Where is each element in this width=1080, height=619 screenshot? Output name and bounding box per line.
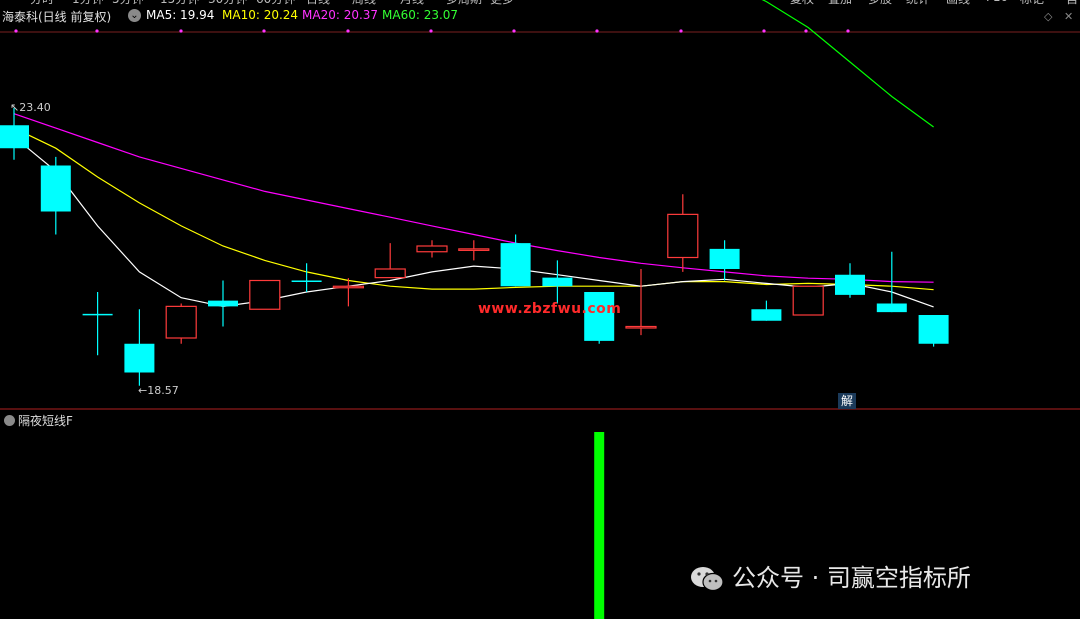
candle-body-22 (918, 315, 949, 344)
candle-body-16 (667, 213, 699, 259)
chevron-down-icon[interactable] (4, 415, 15, 426)
marker-dot-6 (512, 29, 516, 33)
marker-dot-8 (679, 29, 683, 33)
marker-dot-3 (262, 29, 266, 33)
candle-body-13 (542, 277, 573, 287)
marker-dot-5 (429, 29, 433, 33)
ma60-line (761, 0, 934, 128)
indicator-name: 隔夜短线F (18, 414, 73, 428)
marker-dot-10 (804, 29, 808, 33)
candle-body-20 (835, 274, 865, 295)
unlock-badge[interactable]: 解 (838, 393, 856, 409)
candle-body-10 (416, 245, 448, 253)
candle-body-6 (249, 279, 281, 310)
candle-body-11 (458, 248, 490, 251)
marker-dot-2 (179, 29, 183, 33)
candle-body-1 (40, 165, 71, 212)
marker-dot-11 (846, 29, 850, 33)
candle-body-2 (82, 313, 113, 316)
signal-bar (594, 432, 605, 619)
candle-body-5 (208, 300, 238, 307)
ma5-line (13, 136, 934, 308)
candle-body-4 (165, 305, 197, 339)
candle-body-7 (291, 280, 322, 282)
high-price-label: ↖23.40 (10, 101, 51, 114)
candle-body-15 (625, 325, 657, 329)
candle-body-17 (709, 248, 740, 269)
ma10-line (13, 127, 934, 291)
candle-body-3 (124, 343, 155, 373)
candle-body-21 (876, 303, 907, 313)
candle-body-18 (751, 309, 782, 321)
marker-dot-7 (595, 29, 599, 33)
marker-dot-1 (95, 29, 99, 33)
low-price-label: ←18.57 (138, 384, 179, 397)
indicator-title[interactable]: 隔夜短线F (4, 412, 73, 429)
candle-body-0 (0, 125, 29, 149)
marker-dot-4 (346, 29, 350, 33)
wechat-icon (691, 567, 724, 592)
candle-body-8 (332, 285, 364, 289)
wechat-watermark: 公众号 · 司赢空指标所 (690, 558, 971, 593)
candle-body-9 (374, 268, 406, 279)
site-watermark: www.zbzfwu.com (478, 301, 622, 317)
marker-dot-9 (762, 29, 766, 33)
marker-dot-0 (14, 29, 18, 33)
candle-body-19 (792, 285, 824, 316)
candle-body-12 (500, 243, 531, 287)
